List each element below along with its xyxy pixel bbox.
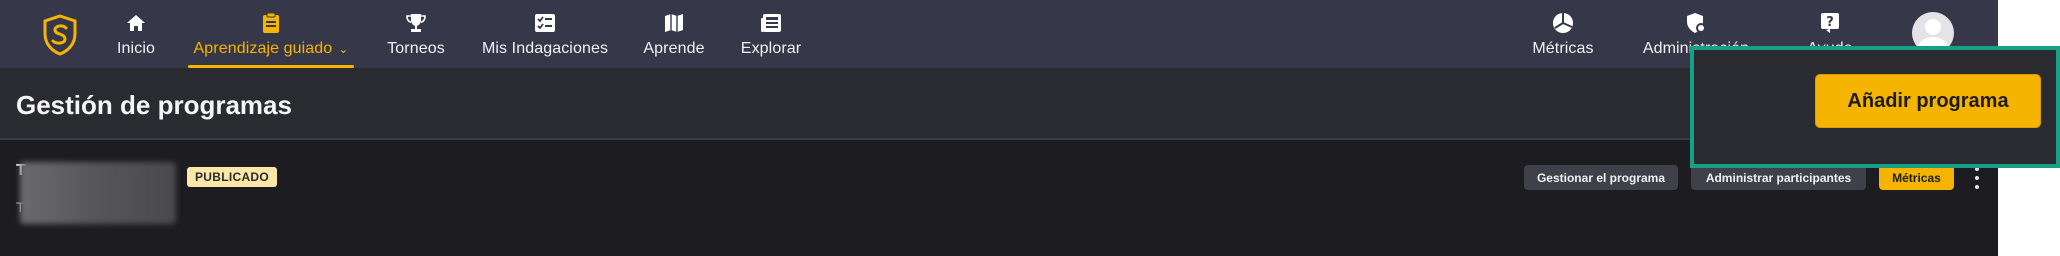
- nav-label: Mis Indagaciones: [481, 40, 609, 57]
- nav-label: Métricas: [1532, 40, 1594, 57]
- home-icon: [125, 12, 147, 34]
- trophy-icon: [405, 12, 427, 34]
- nav-item-torneos[interactable]: Torneos: [384, 0, 448, 68]
- blurred-program-info: [20, 162, 176, 224]
- nav-label: Inicio: [117, 40, 155, 57]
- logo-icon[interactable]: [42, 14, 78, 56]
- manage-participants-button[interactable]: Administrar participantes: [1691, 165, 1866, 190]
- nav-item-mis-indagaciones[interactable]: Mis Indagaciones: [478, 0, 612, 68]
- avatar-head: [1925, 19, 1941, 35]
- nav-label: Torneos: [387, 40, 445, 57]
- pie-chart-icon: [1552, 12, 1574, 34]
- nav-item-inicio[interactable]: Inicio: [112, 0, 160, 68]
- shield-gear-icon: [1685, 12, 1707, 34]
- nav-label: Aprende: [643, 40, 705, 57]
- more-options-icon[interactable]: [1972, 167, 1982, 189]
- status-badge: PUBLICADO: [187, 167, 278, 187]
- metrics-button[interactable]: Métricas: [1879, 165, 1954, 190]
- help-icon: ?: [1819, 12, 1841, 34]
- nav-item-aprendizaje-guiado[interactable]: Aprendizaje guiado ⌄: [188, 0, 354, 68]
- svg-text:?: ?: [1826, 15, 1834, 30]
- add-program-button[interactable]: Añadir programa: [1815, 74, 2041, 128]
- checklist-icon: [534, 12, 556, 34]
- nav-item-aprende[interactable]: Aprende: [642, 0, 706, 68]
- manage-program-button[interactable]: Gestionar el programa: [1524, 165, 1678, 190]
- page-title: Gestión de programas: [16, 90, 292, 120]
- nav-label: Explorar: [740, 40, 802, 57]
- chevron-down-icon: ⌄: [338, 42, 349, 56]
- newspaper-icon: [760, 12, 782, 34]
- nav-label: Aprendizaje guiado: [193, 40, 333, 57]
- nav-item-explorar[interactable]: Explorar: [738, 0, 804, 68]
- nav-item-metricas[interactable]: Métricas: [1528, 0, 1598, 68]
- clipboard-icon: [260, 12, 282, 34]
- map-icon: [663, 12, 685, 34]
